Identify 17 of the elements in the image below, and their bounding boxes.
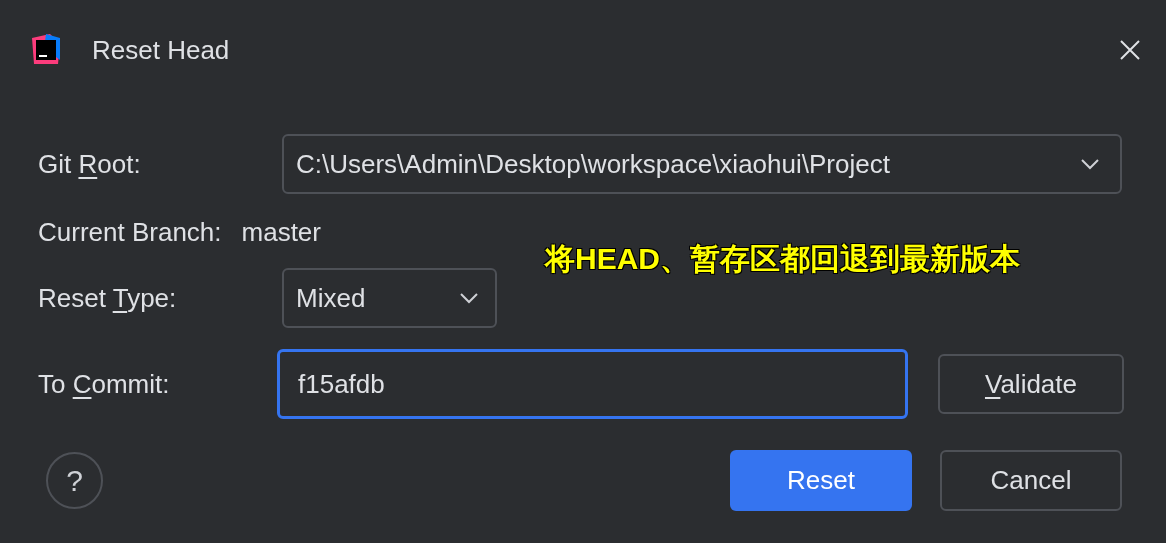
- reset-button[interactable]: Reset: [730, 450, 912, 511]
- to-commit-label: To Commit:: [38, 367, 171, 401]
- commit-input-field[interactable]: f15afdb: [277, 349, 908, 419]
- current-branch-label: Current Branch:: [38, 215, 222, 249]
- help-button[interactable]: ?: [46, 452, 103, 509]
- cancel-button[interactable]: Cancel: [940, 450, 1122, 511]
- chevron-down-icon: [459, 292, 479, 304]
- app-logo-icon: [30, 34, 62, 66]
- reset-type-dropdown[interactable]: Mixed: [282, 268, 497, 328]
- validate-button[interactable]: Validate: [938, 354, 1124, 414]
- current-branch-value: master: [241, 215, 321, 249]
- window-title: Reset Head: [92, 33, 230, 67]
- reset-type-label: Reset Type:: [38, 281, 178, 315]
- chevron-down-icon: [1080, 158, 1100, 170]
- git-root-dropdown[interactable]: C:\Users\Admin\Desktop\workspace\xiaohui\Project: [282, 134, 1122, 194]
- annotation-text: 将HEAD、暂存区都回退到最新版本: [545, 241, 1020, 277]
- git-root-label: Git Root:: [38, 147, 142, 181]
